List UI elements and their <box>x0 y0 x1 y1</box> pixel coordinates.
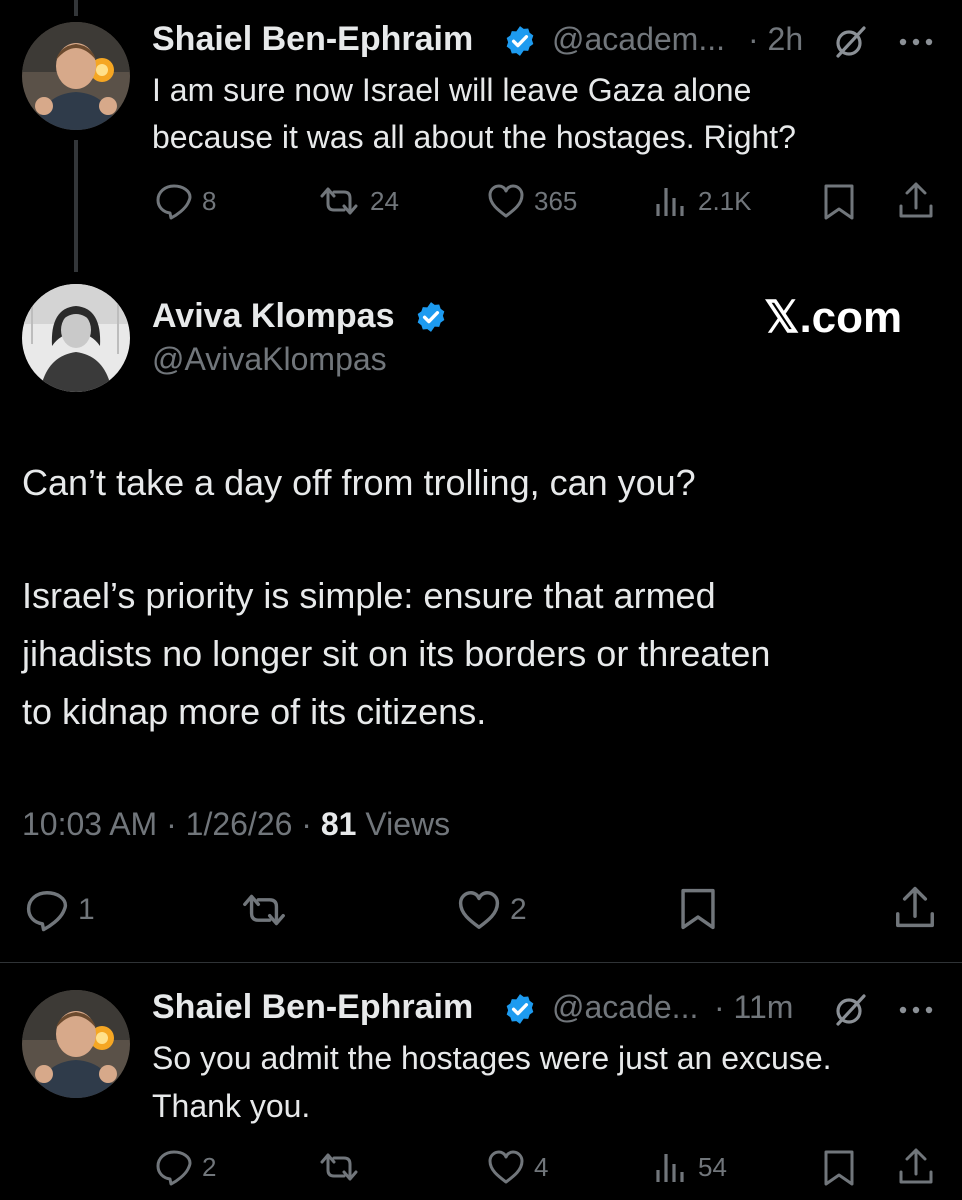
like-icon <box>488 1150 524 1184</box>
tweet-paragraph-line: to kidnap more of its citizens. <box>22 691 487 732</box>
reply-button[interactable]: 1 <box>24 888 95 932</box>
author-handle[interactable]: @acade... <box>552 989 698 1026</box>
reply-button[interactable]: 2 <box>154 1148 216 1186</box>
like-button[interactable]: 2 <box>456 888 527 932</box>
author-handle[interactable]: @academ... <box>552 21 725 58</box>
bookmark-icon[interactable] <box>822 182 856 227</box>
repost-icon <box>320 187 358 215</box>
tweet-text-line: I am sure now Israel will leave Gaza alo… <box>152 72 752 108</box>
repost-count: 24 <box>370 185 399 216</box>
bookmark-icon[interactable] <box>822 1148 856 1193</box>
repost-button[interactable]: 24 <box>316 182 399 220</box>
repost-icon[interactable] <box>316 1148 362 1191</box>
verified-badge-icon <box>414 300 448 339</box>
thread-line <box>74 140 78 272</box>
reply-count: 2 <box>202 1151 217 1182</box>
verified-badge-icon <box>503 992 537 1031</box>
author-handle[interactable]: @AvivaKlompas <box>152 341 387 378</box>
share-icon[interactable] <box>896 180 936 225</box>
like-button[interactable]: 365 <box>486 182 577 220</box>
tweet-text-line: Thank you. <box>152 1088 311 1124</box>
tweet-meta: 10:03 AM · 1/26/26 · 81 Views <box>22 806 450 843</box>
verified-badge-icon <box>503 24 537 63</box>
author-name[interactable]: Shaiel Ben-Ephraim <box>152 20 473 59</box>
thread-line-top <box>74 0 78 16</box>
grok-icon[interactable] <box>830 990 870 1035</box>
reply-button[interactable]: 8 <box>154 182 216 220</box>
tweet-text-line: because it was all about the hostages. R… <box>152 119 796 155</box>
tweet-time[interactable]: · 2h <box>748 21 803 58</box>
more-icon[interactable] <box>898 1002 934 1020</box>
like-count: 365 <box>534 185 578 216</box>
reply-count: 1 <box>78 893 95 926</box>
like-count: 2 <box>510 893 527 926</box>
like-icon <box>488 184 524 218</box>
tweet-time[interactable]: · 11m <box>714 989 793 1026</box>
author-name[interactable]: Shaiel Ben-Ephraim <box>152 988 473 1027</box>
share-icon[interactable] <box>892 884 938 935</box>
tweet-paragraph-line: jihadists no longer sit on its borders o… <box>22 633 771 674</box>
tweet-paragraph: Can’t take a day off from trolling, can … <box>22 462 696 503</box>
views-count: 2.1K <box>698 185 752 216</box>
repost-icon[interactable] <box>238 888 290 937</box>
like-count: 4 <box>534 1151 549 1182</box>
views-button[interactable]: 54 <box>654 1148 727 1186</box>
reply-icon <box>156 184 192 220</box>
views-label: Views <box>356 806 451 842</box>
x-com-watermark: 𝕏.com <box>764 293 903 342</box>
avatar-shaiel[interactable] <box>22 990 130 1098</box>
tweet-paragraph-line: Israel’s priority is simple: ensure that… <box>22 575 716 616</box>
bookmark-icon[interactable] <box>678 886 718 937</box>
more-icon[interactable] <box>898 34 934 52</box>
share-icon[interactable] <box>896 1146 936 1191</box>
grok-icon[interactable] <box>830 22 870 67</box>
like-icon <box>458 891 500 929</box>
author-name[interactable]: Aviva Klompas <box>152 297 395 336</box>
views-icon <box>656 188 684 216</box>
tweet-text-line: So you admit the hostages were just an e… <box>152 1040 832 1076</box>
reply-icon <box>156 1150 192 1186</box>
timestamp[interactable]: 10:03 AM · 1/26/26 · <box>22 806 321 842</box>
like-button[interactable]: 4 <box>486 1148 548 1186</box>
views-button[interactable]: 2.1K <box>654 182 752 220</box>
views-count: 81 <box>320 806 357 842</box>
reply-icon <box>26 891 68 932</box>
avatar-shaiel[interactable] <box>22 22 130 130</box>
reply-count: 8 <box>202 185 217 216</box>
views-icon <box>656 1154 684 1182</box>
views-count: 54 <box>698 1151 727 1182</box>
avatar-aviva[interactable] <box>22 284 130 392</box>
divider <box>0 962 962 963</box>
